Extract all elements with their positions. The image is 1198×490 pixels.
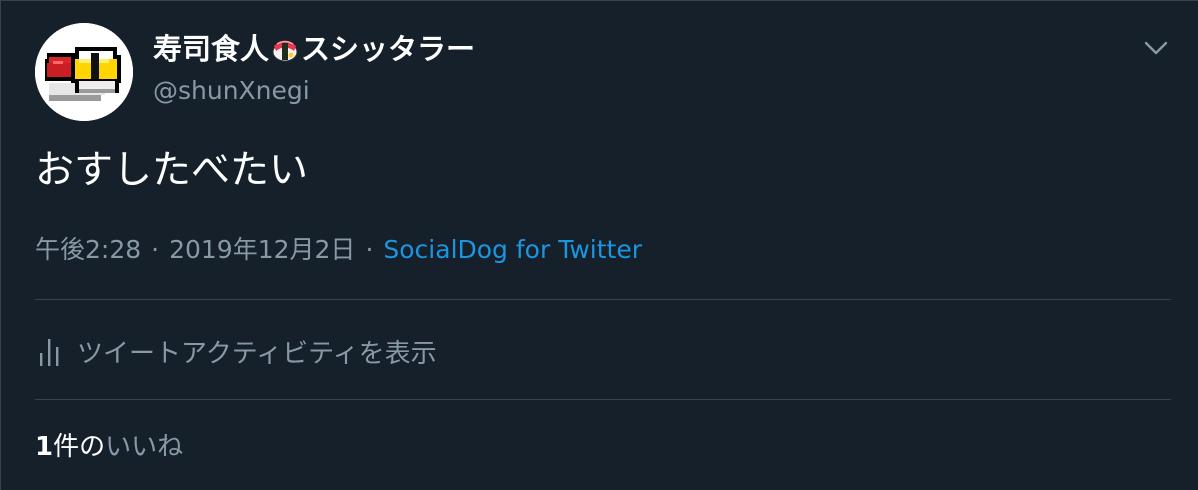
avatar[interactable]: [35, 23, 133, 121]
likes-count-link[interactable]: 1件のいいね: [35, 429, 183, 465]
tweet-source-link[interactable]: SocialDog for Twitter: [383, 235, 642, 264]
meta-separator: ·: [151, 235, 160, 264]
user-handle[interactable]: @shunXnegi: [153, 75, 310, 107]
divider: [35, 399, 1171, 400]
display-name-suffix: スシッタラー: [301, 32, 476, 66]
meta-separator: ·: [365, 235, 374, 264]
divider: [35, 299, 1171, 300]
tweet-time[interactable]: 午後2:28: [35, 235, 141, 264]
display-name-prefix: 寿司食人: [153, 32, 270, 66]
display-name[interactable]: 寿司食人 スシッタラー: [153, 31, 475, 67]
tweet-meta: 午後2:28 · 2019年12月2日 · SocialDog for Twitter: [35, 232, 642, 268]
sushi-roll-emoji-icon: [270, 34, 300, 64]
tweet-card: 寿司食人 スシッタラー @shunXnegi おすしたべたい 午後2:28 · 20…: [0, 0, 1198, 490]
pixel-sushi-icon: [35, 23, 133, 121]
tweet-text: おすしたべたい: [35, 148, 309, 193]
tweet-activity-label: ツイートアクティビティを表示: [77, 338, 437, 369]
tweet-date[interactable]: 2019年12月2日: [169, 235, 355, 264]
likes-unit: 件の: [53, 432, 106, 462]
likes-label: いいね: [105, 432, 184, 462]
likes-count: 1: [35, 432, 54, 462]
bar-chart-icon: [35, 335, 65, 367]
chevron-down-icon[interactable]: [1139, 31, 1173, 65]
tweet-activity-link[interactable]: ツイートアクティビティを表示: [35, 331, 437, 371]
